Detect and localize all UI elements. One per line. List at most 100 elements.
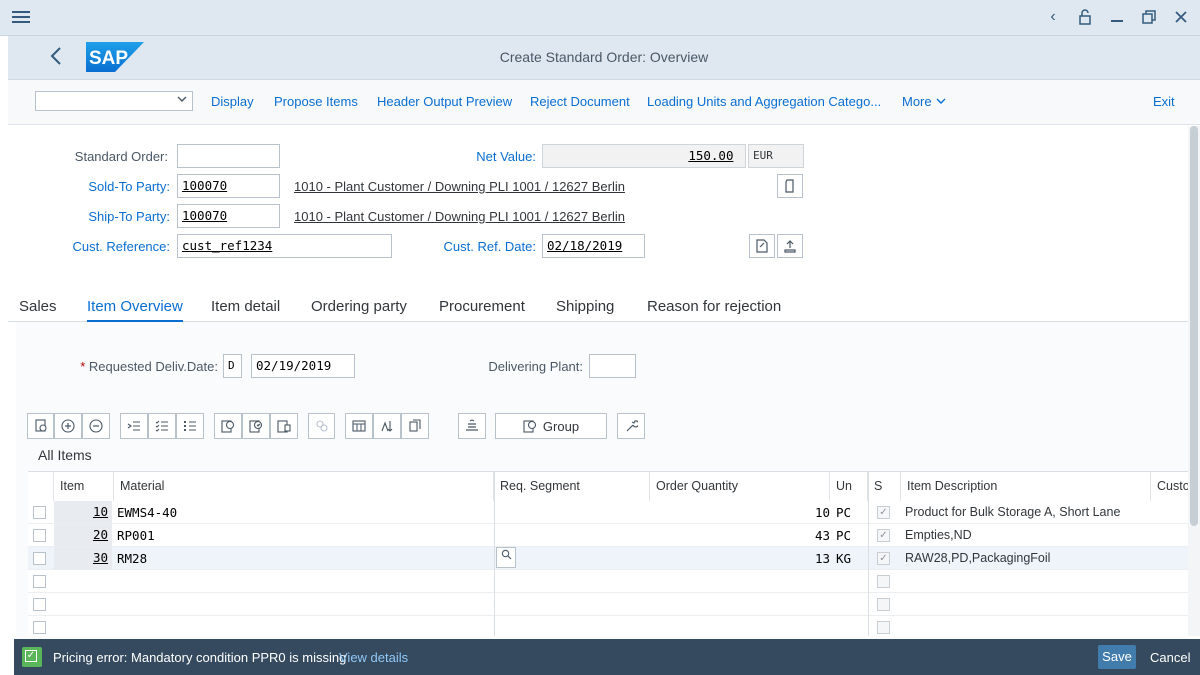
item-number[interactable]: 20	[54, 524, 112, 546]
table-row[interactable]	[28, 593, 1200, 616]
value-help-icon[interactable]	[496, 547, 516, 568]
ship-to-party-field[interactable]: 100070	[177, 204, 280, 228]
row-checkbox[interactable]	[33, 529, 46, 542]
close-icon[interactable]	[1170, 6, 1192, 28]
document-edit-icon[interactable]	[749, 234, 775, 258]
tab-ordering-party[interactable]: Ordering party	[311, 298, 407, 315]
material-cell[interactable]: RM28	[117, 547, 487, 570]
restore-icon[interactable]	[1138, 6, 1160, 28]
table-settings-icon[interactable]	[345, 413, 373, 439]
configuration-icon[interactable]	[308, 413, 335, 439]
row-checkbox[interactable]	[33, 506, 46, 519]
vertical-scrollbar[interactable]	[1188, 126, 1200, 636]
scrollbar-thumb[interactable]	[1190, 126, 1198, 526]
description-cell[interactable]: RAW28,PD,PackagingFoil	[905, 547, 1150, 570]
cust-ref-date-field[interactable]: 02/18/2019	[542, 234, 645, 258]
ship-to-party-label[interactable]: Ship-To Party:	[60, 209, 170, 224]
table-row[interactable]	[28, 616, 1200, 636]
more-button[interactable]: More	[902, 94, 947, 109]
select-all-header[interactable]	[28, 472, 54, 501]
req-segment-cell[interactable]	[497, 547, 647, 570]
sold-to-party-field[interactable]: 100070	[177, 174, 280, 198]
document-icon[interactable]	[777, 174, 803, 198]
hamburger-menu-icon[interactable]	[10, 8, 32, 28]
indent-icon[interactable]	[120, 413, 148, 439]
req-segment-cell[interactable]	[497, 501, 647, 524]
column-header-item-description[interactable]: Item Description	[901, 472, 1151, 501]
column-header-req-segment[interactable]: Req. Segment	[494, 472, 650, 501]
column-header-material[interactable]: Material	[114, 472, 494, 501]
description-cell[interactable]: Empties,ND	[905, 524, 1150, 547]
quantity-cell[interactable]: 13	[650, 547, 830, 570]
tab-item-overview[interactable]: Item Overview	[87, 298, 183, 322]
availability-icon[interactable]	[242, 413, 270, 439]
loading-units-button[interactable]: Loading Units and Aggregation Catego...	[647, 94, 881, 109]
sold-to-party-description[interactable]: 1010 - Plant Customer / Downing PLI 1001…	[294, 179, 625, 194]
group-button[interactable]: Group	[495, 413, 607, 439]
unit-cell[interactable]: PC	[836, 501, 866, 524]
unit-cell[interactable]: PC	[836, 524, 866, 547]
sold-to-party-label[interactable]: Sold-To Party:	[60, 179, 170, 194]
schedule-icon[interactable]	[270, 413, 298, 439]
export-icon[interactable]	[458, 413, 486, 439]
add-row-icon[interactable]	[54, 413, 82, 439]
column-header-item[interactable]: Item	[54, 472, 114, 501]
column-header-order-quantity[interactable]: Order Quantity	[650, 472, 830, 501]
tab-sales[interactable]: Sales	[19, 298, 57, 315]
table-row[interactable]: 30 RM28 13 KG ✓ RAW28,PD,PackagingFoil	[28, 547, 1200, 570]
checklist-icon[interactable]	[148, 413, 176, 439]
quantity-cell[interactable]: 10	[650, 501, 830, 524]
display-button[interactable]: Display	[211, 94, 254, 109]
ship-to-party-description[interactable]: 1010 - Plant Customer / Downing PLI 1001…	[294, 209, 625, 224]
save-button[interactable]: Save	[1098, 645, 1136, 669]
column-divider	[494, 472, 495, 636]
quantity-cell[interactable]: 43	[650, 524, 830, 547]
list-icon[interactable]	[176, 413, 204, 439]
material-cell[interactable]: RP001	[117, 524, 487, 547]
row-checkbox[interactable]	[33, 598, 46, 611]
req-deliv-date-field[interactable]: 02/19/2019	[251, 354, 355, 378]
cancel-button[interactable]: Cancel	[1150, 650, 1190, 665]
material-cell[interactable]: EWMS4-40	[117, 501, 487, 524]
back-icon[interactable]: ‹	[1042, 6, 1064, 28]
minimize-icon[interactable]	[1106, 6, 1128, 28]
wrench-icon[interactable]	[617, 413, 645, 439]
column-header-s[interactable]: S	[868, 472, 901, 501]
sort-icon[interactable]	[373, 413, 401, 439]
unit-cell[interactable]: KG	[836, 547, 866, 570]
row-checkbox[interactable]	[33, 552, 46, 565]
tab-shipping[interactable]: Shipping	[556, 298, 614, 315]
item-number[interactable]: 10	[54, 501, 112, 523]
cust-reference-label[interactable]: Cust. Reference:	[50, 239, 170, 254]
copy-icon[interactable]	[401, 413, 429, 439]
header-output-preview-button[interactable]: Header Output Preview	[377, 94, 512, 109]
pricing-icon[interactable]	[214, 413, 242, 439]
view-details-link[interactable]: View details	[339, 650, 408, 665]
standard-order-field[interactable]	[177, 144, 280, 168]
status-checkbox	[877, 575, 890, 588]
column-header-unit[interactable]: Un	[830, 472, 868, 501]
lock-icon[interactable]	[1074, 6, 1096, 28]
propose-items-button[interactable]: Propose Items	[274, 94, 358, 109]
upload-icon[interactable]	[777, 234, 803, 258]
description-cell[interactable]: Product for Bulk Storage A, Short Lane	[905, 501, 1150, 524]
remove-row-icon[interactable]	[82, 413, 110, 439]
action-dropdown[interactable]	[35, 91, 193, 111]
cust-reference-field[interactable]: cust_ref1234	[177, 234, 392, 258]
row-checkbox[interactable]	[33, 575, 46, 588]
delivering-plant-field[interactable]	[589, 354, 636, 378]
exit-button[interactable]: Exit	[1153, 94, 1175, 109]
row-checkbox[interactable]	[33, 621, 46, 634]
cust-ref-date-label[interactable]: Cust. Ref. Date:	[420, 239, 536, 254]
table-row[interactable]: 10 EWMS4-40 10 PC ✓ Product for Bulk Sto…	[28, 501, 1200, 524]
req-segment-cell[interactable]	[497, 524, 647, 547]
tab-item-detail[interactable]: Item detail	[211, 298, 280, 315]
tab-reason-for-rejection[interactable]: Reason for rejection	[647, 298, 781, 315]
details-icon[interactable]	[27, 413, 54, 439]
tab-procurement[interactable]: Procurement	[439, 298, 525, 315]
table-row[interactable]: 20 RP001 43 PC ✓ Empties,ND	[28, 524, 1200, 547]
req-deliv-date-type-field[interactable]: D	[223, 354, 242, 378]
item-number[interactable]: 30	[54, 547, 112, 569]
table-row[interactable]	[28, 570, 1200, 593]
reject-document-button[interactable]: Reject Document	[530, 94, 630, 109]
